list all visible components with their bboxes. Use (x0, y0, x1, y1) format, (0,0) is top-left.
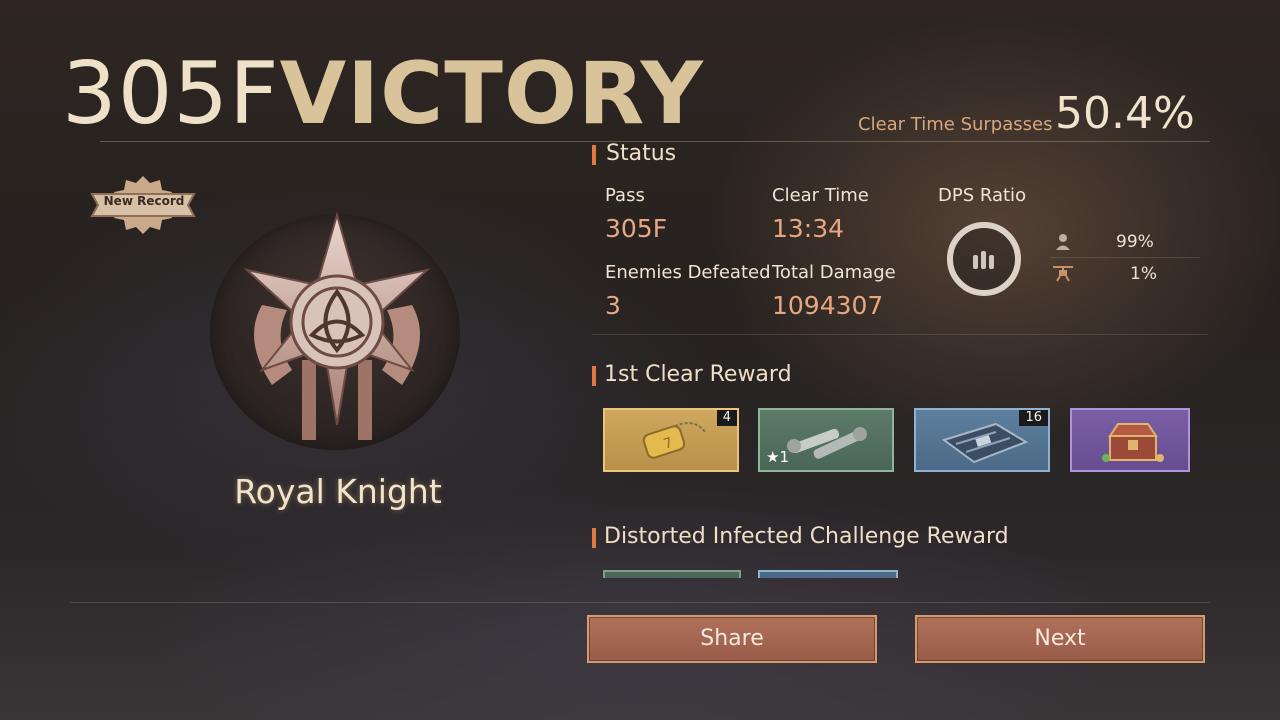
challenge-section-marker (592, 528, 596, 548)
total-damage-value: 1094307 (772, 291, 884, 320)
reward-quantity: 16 (1019, 410, 1048, 426)
reward-quantity: 4 (716, 410, 737, 426)
total-damage-label: Total Damage (772, 262, 896, 283)
challenge-reward-item[interactable] (603, 570, 741, 578)
next-button[interactable]: Next (915, 615, 1205, 663)
reward-item-treasure-chest[interactable] (1070, 408, 1190, 472)
first-clear-section-title: 1st Clear Reward (604, 362, 792, 387)
status-section-marker (592, 145, 596, 165)
pass-label: Pass (605, 185, 645, 206)
dps-ratio-drone-value: 1% (1130, 264, 1157, 284)
drone-icon (1053, 266, 1073, 282)
share-button[interactable]: Share (587, 615, 877, 663)
enemies-defeated-value: 3 (605, 291, 621, 320)
circuit-board-icon (941, 422, 1029, 464)
result-title: 305FVICTORY (62, 44, 704, 144)
clear-time-value: 13:34 (772, 214, 845, 243)
dog-tag-icon: 7 (642, 422, 706, 459)
reward-star-quantity: ★1 (766, 448, 789, 466)
dps-ratio-label: DPS Ratio (938, 185, 1027, 206)
treasure-chest-icon (1102, 423, 1164, 462)
reward-item-dog-tag[interactable]: 7 4 (603, 408, 739, 472)
dps-row-divider (1050, 257, 1200, 258)
challenge-reward-item[interactable] (758, 570, 898, 578)
royal-knight-emblem-icon (243, 211, 431, 440)
new-record-label: New Record (103, 194, 185, 208)
status-divider (592, 334, 1208, 335)
pass-value: 305F (605, 214, 668, 243)
clear-time-surpasses-label: Clear Time Surpasses (858, 114, 1053, 135)
dps-ratio-ring-icon (947, 222, 1021, 296)
reward-item-gear-parts[interactable]: ★1 (758, 408, 894, 472)
rank-name: Royal Knight (234, 472, 442, 511)
soldier-icon (1056, 234, 1070, 250)
dps-ratio-soldier-value: 99% (1116, 232, 1154, 252)
first-clear-section-marker (592, 366, 596, 386)
victory-text: VICTORY (279, 44, 704, 144)
clear-time-surpasses-value: 50.4% (1055, 88, 1195, 139)
gear-parts-icon (787, 427, 867, 459)
enemies-defeated-label: Enemies Defeated (605, 262, 771, 283)
reward-item-circuit-board[interactable]: 16 (914, 408, 1050, 472)
floor-number: 305F (62, 44, 280, 144)
clear-time-label: Clear Time (772, 185, 869, 206)
challenge-section-title: Distorted Infected Challenge Reward (604, 524, 1009, 549)
status-section-title: Status (606, 141, 677, 166)
bottom-divider (70, 602, 1210, 603)
